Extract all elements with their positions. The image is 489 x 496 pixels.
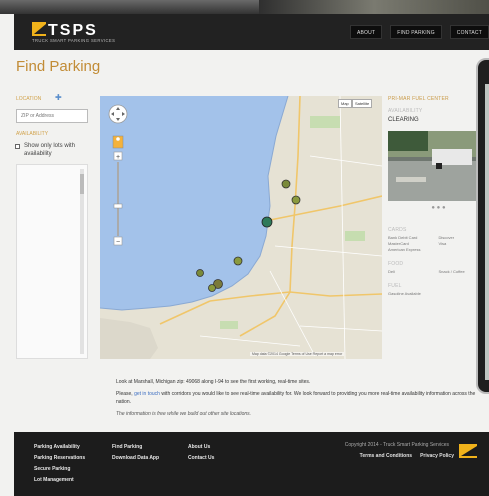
footer-link[interactable]: Lot Management [34,475,85,486]
tsps-logo[interactable]: TSPS TRUCK SMART PARKING SERVICES [32,20,154,44]
map-type-satellite[interactable]: Satellite [352,99,373,108]
phone-screen [485,84,489,380]
nav-about[interactable]: ABOUT [349,25,383,39]
parking-map[interactable]: + − Map Satellite Map data ©2014 Google … [100,96,382,359]
availability-checkbox-label: Show only lots with availability [24,143,76,157]
zip-input[interactable] [16,109,88,123]
site-footer: Parking Availability Parking Reservation… [14,432,489,496]
cards-label: CARDS [388,227,407,233]
carousel-dots[interactable]: ● ● ● [388,205,489,211]
footer-link[interactable]: Parking Availability [34,442,85,453]
privacy-link[interactable]: Privacy Policy [420,453,454,459]
footer-col-services: Parking Availability Parking Reservation… [34,442,85,486]
card-item: American Express [388,247,421,252]
lot-availability-label: AVAILABILITY [388,108,423,114]
map-type-map[interactable]: Map [338,99,352,108]
results-scroll-thumb[interactable] [80,174,84,194]
lot-detail-panel: PRI-MAR FUEL CENTER AVAILABILITY CLEARIN… [388,96,489,366]
svg-text:−: − [116,239,120,246]
availability-checkbox[interactable] [15,144,20,149]
map-attribution: Map data ©2014 Google Terms of Use Repor… [250,352,345,356]
caption-line-3: The information is free while we build o… [116,411,252,417]
footer-link[interactable]: Contact Us [188,453,214,464]
fuel-label: FUEL [388,283,402,289]
logo-text: TSPS [48,22,98,39]
caption-line-1: Look at Marshall, Michigan zip: 49068 al… [116,379,311,385]
lot-status: CLEARING [388,117,419,123]
footer-col-about: About Us Contact Us [188,442,214,464]
availability-label: AVAILABILITY [16,131,49,137]
food-item: Deli [388,269,395,274]
nav-find-parking[interactable]: FIND PARKING [390,25,442,39]
caption-line-2: Please, get in touch with corridors you … [116,391,476,405]
copyright: Copyright 2014 - Truck Smart Parking Ser… [344,442,449,448]
site-header: TSPS TRUCK SMART PARKING SERVICES ABOUT … [14,14,489,50]
add-location-icon[interactable]: ✚ [55,93,62,102]
footer-link[interactable]: Download Data App [112,453,159,464]
terms-link[interactable]: Terms and Conditions [360,453,412,459]
nav-contact[interactable]: CONTACT [449,25,489,39]
map-canvas[interactable]: + − [100,96,382,359]
footer-link[interactable]: Secure Parking [34,464,85,475]
logo-tagline: TRUCK SMART PARKING SERVICES [32,38,115,43]
results-scrollbar[interactable] [80,169,84,354]
footer-link[interactable]: Parking Reservations [34,453,85,464]
website-page: TSPS TRUCK SMART PARKING SERVICES ABOUT … [0,14,489,496]
lot-name: PRI-MAR FUEL CENTER [388,96,449,102]
legal-links: Terms and Conditions Privacy Policy [360,453,454,459]
results-list [16,164,88,359]
get-in-touch-link[interactable]: get in touch [134,391,160,397]
footer-link[interactable]: About Us [188,442,214,453]
location-label: LOCATION [16,96,42,102]
footer-col-parking: Find Parking Download Data App [112,442,159,464]
footer-link[interactable]: Find Parking [112,442,159,453]
svg-text:+: + [116,154,120,161]
main-nav: ABOUT FIND PARKING CONTACT [349,25,489,39]
fuel-item: Gasoline Available [388,291,421,296]
footer-logo [459,444,477,458]
map-pan-control[interactable] [108,104,128,124]
lot-camera-image[interactable] [388,131,476,201]
info-text: Look at Marshall, Michigan zip: 49068 al… [116,378,486,422]
food-label: FOOD [388,261,404,267]
phone-mockup [476,58,489,394]
page-title: Find Parking [16,58,101,75]
